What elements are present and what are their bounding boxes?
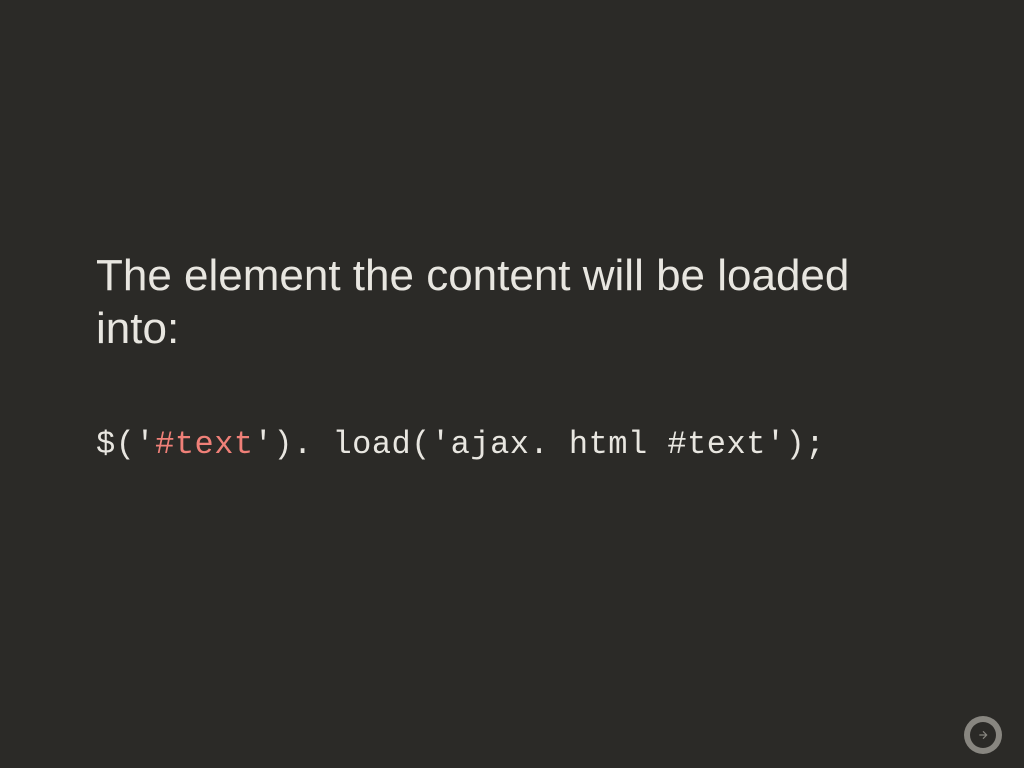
- slide-heading: The element the content will be loaded i…: [96, 250, 928, 356]
- code-line: $('#text'). load('ajax. html #text');: [96, 426, 928, 463]
- code-pre: $(': [96, 426, 155, 463]
- code-post: '). load('ajax. html #text');: [254, 426, 825, 463]
- arrow-right-icon: [970, 722, 996, 748]
- slide: The element the content will be loaded i…: [0, 0, 1024, 768]
- code-highlight: #text: [155, 426, 254, 463]
- next-slide-button[interactable]: [964, 716, 1002, 754]
